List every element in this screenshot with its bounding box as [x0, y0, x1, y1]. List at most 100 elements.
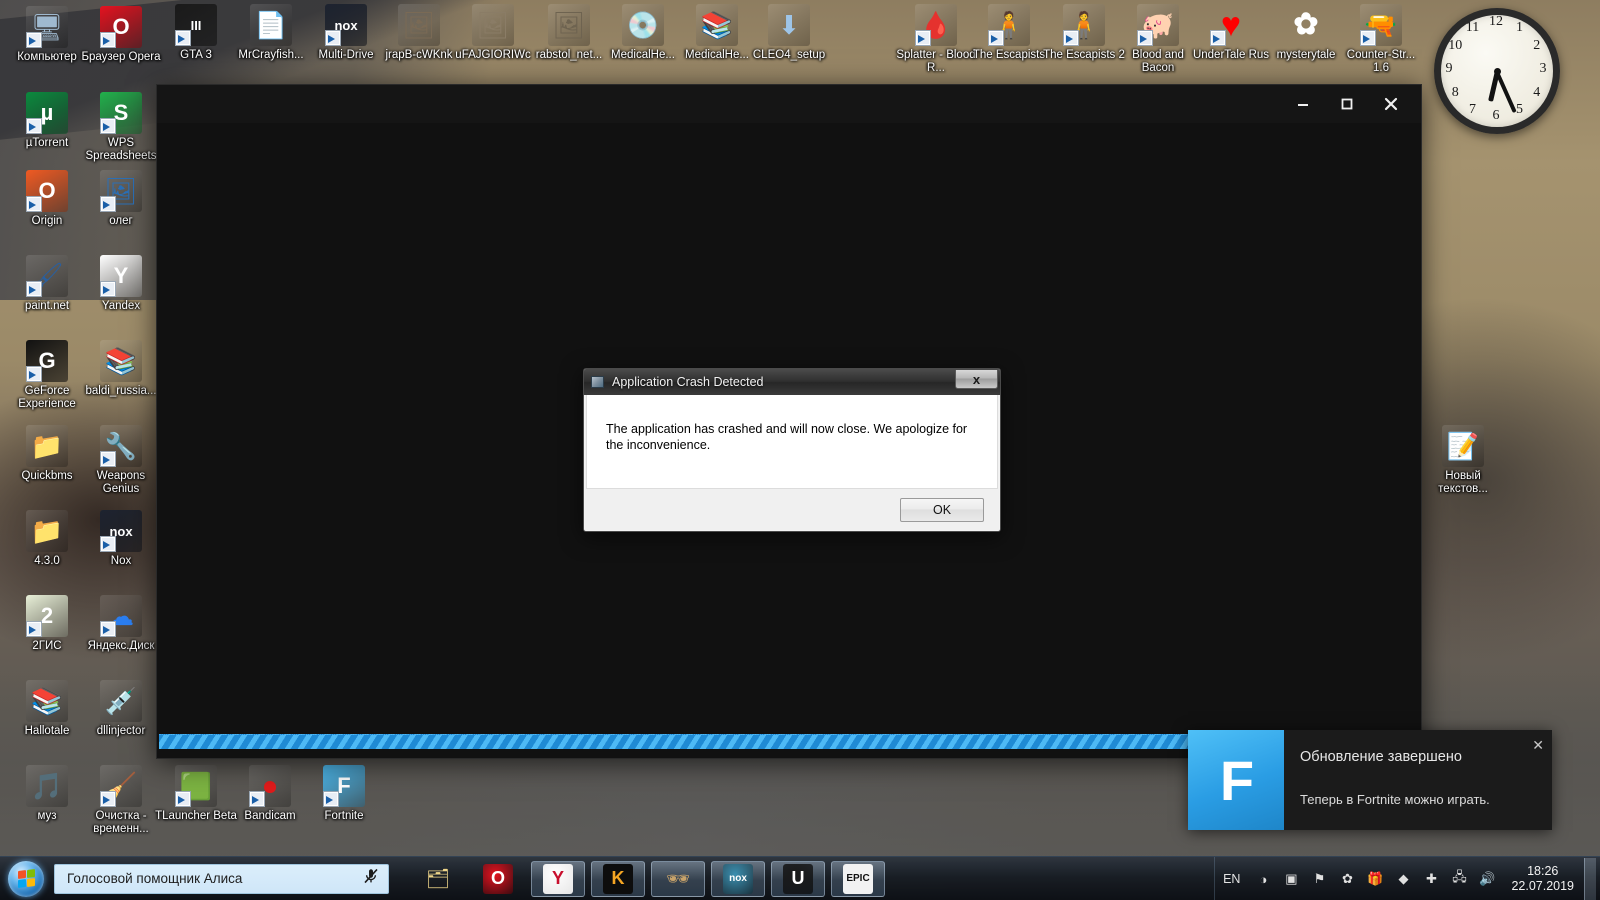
desktop-icon-wps-spreadsheets[interactable]: S WPS Spreadsheets [78, 92, 164, 163]
desktop-icon-undertale-heart[interactable]: ♥ UnderTale Rus [1188, 4, 1274, 62]
taskbar-button-opera[interactable]: O [471, 861, 525, 897]
bandicam-icon: ⏺ [249, 765, 291, 807]
desktop-icon-label: Yandex [101, 300, 141, 312]
taskbar-button-unreal[interactable]: U [771, 860, 825, 897]
folder-icon: 📁 [26, 425, 68, 467]
fortnite-update-notification[interactable]: F Обновление завершено Теперь в Fortnite… [1188, 730, 1552, 830]
desktop-icon-label: uFAJGIORIWc [455, 49, 531, 61]
crash-dialog-content: The application has crashed and will now… [586, 395, 998, 489]
application-icon [591, 376, 604, 388]
desktop-icon-image-file[interactable]: 🖼 олег [78, 170, 164, 228]
desktop-icon-label: Новый текстов... [1438, 470, 1488, 495]
windows-taskbar[interactable]: Голосовой помощник Алиса 🗂 O Y K 🕶 nox U EPIC E… [0, 856, 1600, 900]
crash-dialog-title-bar[interactable]: Application Crash Detected x [584, 369, 1000, 395]
flag-action-center-icon[interactable]: ⚑ [1308, 868, 1330, 890]
desktop-icon-cleanup-broom[interactable]: 🧹 Очистка - временн... [78, 765, 164, 836]
desktop-icon-java-file[interactable]: 📄 MrCrayfish... [228, 4, 314, 62]
desktop-icon-label: Браузер Opera [81, 51, 161, 63]
application-crash-dialog[interactable]: Application Crash Detected x The applica… [583, 368, 1001, 532]
desktop-icon-label: Очистка - временн... [93, 810, 149, 835]
application-title-bar[interactable] [157, 85, 1421, 123]
desktop-icon-mysterytale[interactable]: ✿ mysterytale [1263, 4, 1349, 62]
text-file-icon: 📝 [1442, 425, 1484, 467]
volume-tray-icon[interactable]: 🔊 [1476, 868, 1498, 890]
winrar-archive-icon: 📚 [696, 4, 738, 46]
opera-tray-icon[interactable]: ◑ [1252, 868, 1274, 890]
nvidia-tray-icon[interactable]: ◆ [1392, 868, 1414, 890]
desktop-icon-installer[interactable]: ⬇ CLEO4_setup [746, 4, 832, 62]
desktop-icon-opera-browser[interactable]: O Браузер Opera [78, 6, 164, 64]
clock-numeral: 6 [1492, 108, 1500, 123]
desktop-icon-label: Fortnite [324, 810, 364, 822]
alice-placeholder-text: Голосовой помощник Алиса [67, 871, 243, 886]
image-thumbnail-icon: 🖼 [548, 4, 590, 46]
mysterytale-icon: ✿ [1293, 8, 1319, 41]
maximize-button[interactable] [1325, 89, 1369, 119]
start-button[interactable] [0, 857, 52, 900]
clock-numeral: 3 [1539, 61, 1547, 76]
notification-close-icon[interactable]: ✕ [1532, 737, 1544, 754]
desktop-icon-nox-player[interactable]: nox Nox [78, 510, 164, 568]
installer-icon: ⬇ [768, 4, 810, 46]
java-file-icon: 📄 [250, 4, 292, 46]
desktop-icon-counter-strike[interactable]: 🔫 Counter-Str... 1.6 [1338, 4, 1424, 75]
network-tray-icon[interactable]: 🖧 [1448, 868, 1470, 890]
desktop-icon-fortnite[interactable]: F Fortnite [301, 765, 387, 823]
crash-dialog-message: The application has crashed and will now… [606, 422, 968, 452]
nox-multidrive-icon: nox [325, 4, 367, 46]
taskbar-clock[interactable]: 18:26 22.07.2019 [1511, 864, 1574, 894]
desktop-icon-winrar-archive[interactable]: 📚 baldi_russia... [78, 340, 164, 398]
origin-icon: O [26, 170, 68, 212]
desktop-icon-escapists-game[interactable]: 🧍 The Escapists [966, 4, 1052, 62]
desktop-icon-label: MrCrayfish... [238, 49, 304, 61]
desktop-icon-label: Counter-Str... 1.6 [1346, 49, 1416, 74]
game-window-icon: 🕶 [665, 868, 691, 890]
windows-orb-icon [8, 860, 44, 897]
yandex-browser-icon: Y [100, 255, 142, 297]
2gis-icon: 2 [26, 595, 68, 637]
wps-spreadsheets-icon: S [100, 92, 142, 134]
language-indicator[interactable]: EN [1223, 872, 1240, 886]
close-button[interactable] [1369, 89, 1413, 119]
clock-numeral: 7 [1469, 101, 1476, 117]
taskbar-button-nox[interactable]: nox [711, 860, 765, 897]
taskbar-button-game[interactable]: 🕶 [651, 860, 705, 897]
counter-strike-icon: 🔫 [1360, 4, 1402, 46]
clock-numeral: 4 [1533, 84, 1541, 100]
desktop-icon-image-thumbnail[interactable]: 🖼 uFAJGIORIWc [450, 4, 536, 62]
crash-dialog-close-button[interactable]: x [955, 370, 998, 389]
update-tray-icon[interactable]: ✚ [1420, 868, 1442, 890]
desktop-icon-dll-injector[interactable]: 💉 dllinjector [78, 680, 164, 738]
nox-player-icon: nox [100, 510, 142, 552]
desktop-icon-label: WPS Spreadsheets [85, 137, 157, 162]
taskbar-button-epic-games[interactable]: EPIC [831, 860, 885, 897]
ok-button[interactable]: OK [900, 498, 984, 522]
archive-tray-icon[interactable]: 🎁 [1364, 868, 1386, 890]
microphone-muted-icon[interactable] [362, 867, 380, 890]
clock-numeral: 11 [1465, 20, 1480, 36]
folder-icon: 📁 [26, 510, 68, 552]
desktop-icon-label: олег [109, 215, 133, 227]
desktop-icon-yandex-disk[interactable]: ☁ Яндекс.Диск [78, 595, 164, 653]
gta3-icon: III [175, 4, 217, 46]
desktop-icon-label: The Escapists [972, 49, 1046, 61]
settings-flower-icon[interactable]: ✿ [1336, 868, 1358, 890]
desktop-icon-weapons-genius[interactable]: 🔧 Weapons Genius [78, 425, 164, 496]
minimize-button[interactable] [1281, 89, 1325, 119]
desktop-icon-yandex-browser[interactable]: Y Yandex [78, 255, 164, 313]
taskbar-button-kinopoisk[interactable]: K [591, 860, 645, 897]
alice-voice-assistant-bar[interactable]: Голосовой помощник Алиса [54, 863, 389, 894]
clock-numeral: 1 [1516, 20, 1523, 36]
desktop-icon-label: dllinjector [96, 725, 146, 737]
taskbar-button-yandex[interactable]: Y [531, 860, 585, 897]
epic-games-icon: EPIC [843, 863, 873, 894]
show-desktop-button[interactable] [1584, 858, 1596, 900]
clock-minute-hand [1495, 70, 1517, 113]
desktop-icon-gta3[interactable]: III GTA 3 [153, 4, 239, 62]
geforce-experience-icon: G [26, 340, 68, 382]
desktop-clock-gadget[interactable]: 12 1 2 3 4 5 6 7 8 9 10 11 [1428, 2, 1566, 140]
bandicam-tray-icon[interactable]: ▣ [1280, 868, 1302, 890]
image-file-icon: 🖼 [100, 170, 142, 212]
desktop-icon-text-file[interactable]: 📝 Новый текстов... [1420, 425, 1506, 496]
taskbar-button-explorer[interactable]: 🗂 [411, 861, 465, 897]
